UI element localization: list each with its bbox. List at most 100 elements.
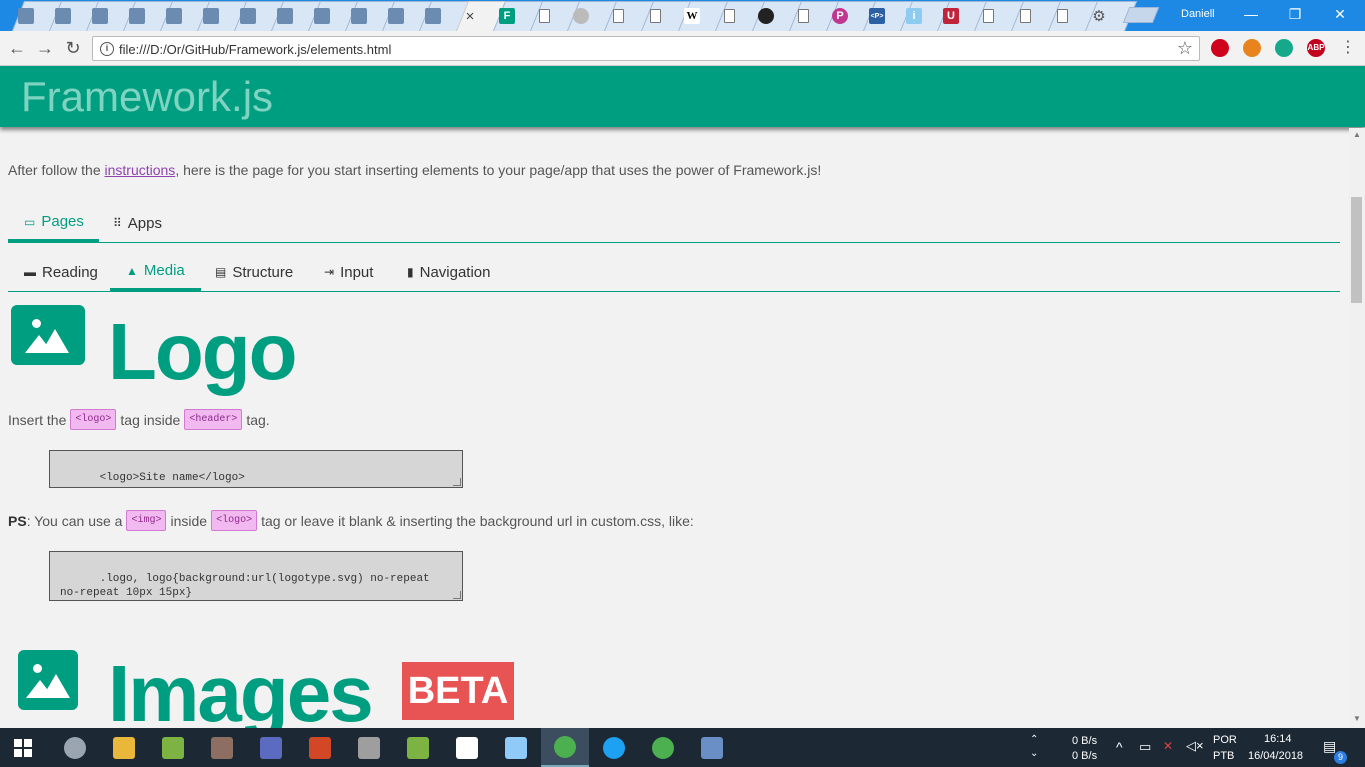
tray-down-icon[interactable]: ⌄	[1030, 748, 1038, 759]
browser-tab-content[interactable]	[117, 1, 157, 31]
browser-tab-content[interactable]	[746, 1, 786, 31]
browser-tab-content[interactable]: U	[931, 1, 971, 31]
code-textarea-logo[interactable]: <logo>Site name</logo>	[49, 450, 463, 488]
scroll-up-icon[interactable]: ▲	[1352, 130, 1362, 140]
browser-tab-content[interactable]	[265, 1, 305, 31]
notification-count: 9	[1334, 751, 1347, 764]
new-tab-button[interactable]	[1122, 7, 1160, 23]
browser-tab-content[interactable]	[783, 1, 823, 31]
minimize-icon[interactable]: —	[1237, 3, 1265, 25]
menu-icon[interactable]: ⋮	[1340, 39, 1356, 57]
browser-tab-content[interactable]	[339, 1, 379, 31]
notifications-icon[interactable]: ▤	[1323, 738, 1336, 755]
metamask-icon[interactable]	[1243, 39, 1261, 57]
browser-tab-content[interactable]	[43, 1, 83, 31]
browser-tab-content[interactable]: F	[487, 1, 527, 31]
browser-tab-content[interactable]	[376, 1, 416, 31]
reload-icon[interactable]: ↻	[62, 37, 84, 59]
resize-grip-icon[interactable]	[453, 591, 461, 599]
tray-up-icon[interactable]: ⌃	[1030, 734, 1038, 745]
taskbar-button[interactable]	[247, 728, 295, 767]
browser-tab-content[interactable]	[6, 1, 46, 31]
taskbar-button[interactable]	[394, 728, 442, 767]
battery-icon[interactable]: ▭	[1139, 739, 1151, 755]
document-icon	[797, 9, 809, 23]
taskbar-button[interactable]	[443, 728, 491, 767]
app-logo[interactable]: Framework.js	[21, 73, 273, 121]
taskbar-button[interactable]	[198, 728, 246, 767]
img-tag-chip: <img>	[126, 510, 167, 531]
scroll-down-icon[interactable]: ▼	[1352, 714, 1362, 724]
browser-tab-content[interactable]	[302, 1, 342, 31]
scroll-thumb[interactable]	[1351, 197, 1362, 303]
taskbar-button[interactable]	[590, 728, 638, 767]
info-icon[interactable]: i	[100, 42, 114, 56]
taskbar-button[interactable]	[688, 728, 736, 767]
language-2[interactable]: PTB	[1213, 750, 1234, 762]
tab-pages[interactable]: ▭ Pages	[8, 204, 99, 242]
windows-start-icon[interactable]	[14, 739, 32, 757]
browser-tab-content[interactable]: i	[894, 1, 934, 31]
grammarly-icon[interactable]	[1275, 39, 1293, 57]
tab-input[interactable]: ⇥ Input	[324, 253, 394, 291]
clock-date[interactable]: 16/04/2018	[1248, 750, 1303, 762]
browser-tab-content[interactable]	[154, 1, 194, 31]
browser-tab-content[interactable]: P	[820, 1, 860, 31]
info-icon: i	[906, 8, 922, 24]
show-hidden-icon[interactable]: ^	[1116, 739, 1123, 755]
taskbar-button[interactable]	[149, 728, 197, 767]
url-text[interactable]: file:///D:/Or/GitHub/Framework.js/elemen…	[119, 42, 391, 57]
tab-apps[interactable]: ⠿ Apps	[113, 204, 193, 242]
taskbar-button[interactable]	[541, 728, 589, 767]
adblock-icon[interactable]: ABP	[1307, 39, 1325, 57]
tab-navigation[interactable]: ▮ Navigation	[407, 253, 517, 291]
taskbar-button[interactable]	[100, 728, 148, 767]
taskbar-button[interactable]	[51, 728, 99, 767]
browser-tab-content[interactable]	[968, 1, 1008, 31]
browser-tab-content[interactable]	[228, 1, 268, 31]
code-icon: <P>	[869, 8, 885, 24]
resize-grip-icon[interactable]	[453, 478, 461, 486]
browser-tab-content[interactable]: ×	[450, 1, 490, 31]
browser-tab-content[interactable]: W	[672, 1, 712, 31]
net-up: 0 B/s	[1072, 735, 1098, 747]
taskbar-button[interactable]	[492, 728, 540, 767]
browser-tab-content[interactable]	[191, 1, 231, 31]
code-textarea-css[interactable]: .logo, logo{background:url(logotype.svg)…	[49, 551, 463, 601]
taskbar-button[interactable]	[296, 728, 344, 767]
sub-tabs: ▬ Reading ▲ Media ▤ Structure ⇥ Input ▮ Navig…	[8, 253, 1340, 292]
browser-tab-content[interactable]: ⚙	[1079, 1, 1119, 31]
browser-tab-content[interactable]	[561, 1, 601, 31]
back-icon[interactable]: ←	[6, 37, 28, 59]
adobe-icon[interactable]	[1211, 39, 1229, 57]
language-1[interactable]: POR	[1213, 734, 1237, 746]
tab-structure[interactable]: ▤ Structure	[215, 253, 310, 291]
instructions-link[interactable]: instructions	[105, 162, 176, 178]
browser-tab-content[interactable]	[598, 1, 638, 31]
steam-icon	[64, 736, 86, 759]
network-icon[interactable]: ✕	[1163, 739, 1173, 753]
scrollbar[interactable]: ▲ ▼	[1349, 128, 1365, 728]
net-down: 0 B/s	[1072, 750, 1098, 762]
taskbar-button[interactable]	[639, 728, 687, 767]
close-window-icon[interactable]: ✕	[1326, 3, 1354, 25]
browser-tab-content[interactable]	[1005, 1, 1045, 31]
document-icon	[612, 9, 624, 23]
taskbar-button[interactable]	[345, 728, 393, 767]
clock-time[interactable]: 16:14	[1264, 733, 1292, 745]
volume-icon[interactable]: ◁×	[1186, 738, 1204, 754]
browser-tab-content[interactable]	[1042, 1, 1082, 31]
tab-media[interactable]: ▲ Media	[110, 253, 201, 291]
browser-tab-content[interactable]	[80, 1, 120, 31]
bookmark-star-icon[interactable]: ☆	[1177, 38, 1193, 59]
tab-reading[interactable]: ▬ Reading	[24, 253, 114, 291]
browser-tab-content[interactable]: <P>	[857, 1, 897, 31]
browser-tab-content[interactable]	[709, 1, 749, 31]
restore-icon[interactable]: ❐	[1281, 3, 1309, 25]
profile-name[interactable]: Daniell	[1181, 8, 1215, 20]
browser-tab-content[interactable]	[524, 1, 564, 31]
browser-tab-content[interactable]	[635, 1, 675, 31]
forward-icon[interactable]: →	[34, 37, 56, 59]
address-bar[interactable]: i file:///D:/Or/GitHub/Framework.js/elem…	[92, 36, 1200, 61]
browser-tab-content[interactable]	[413, 1, 453, 31]
